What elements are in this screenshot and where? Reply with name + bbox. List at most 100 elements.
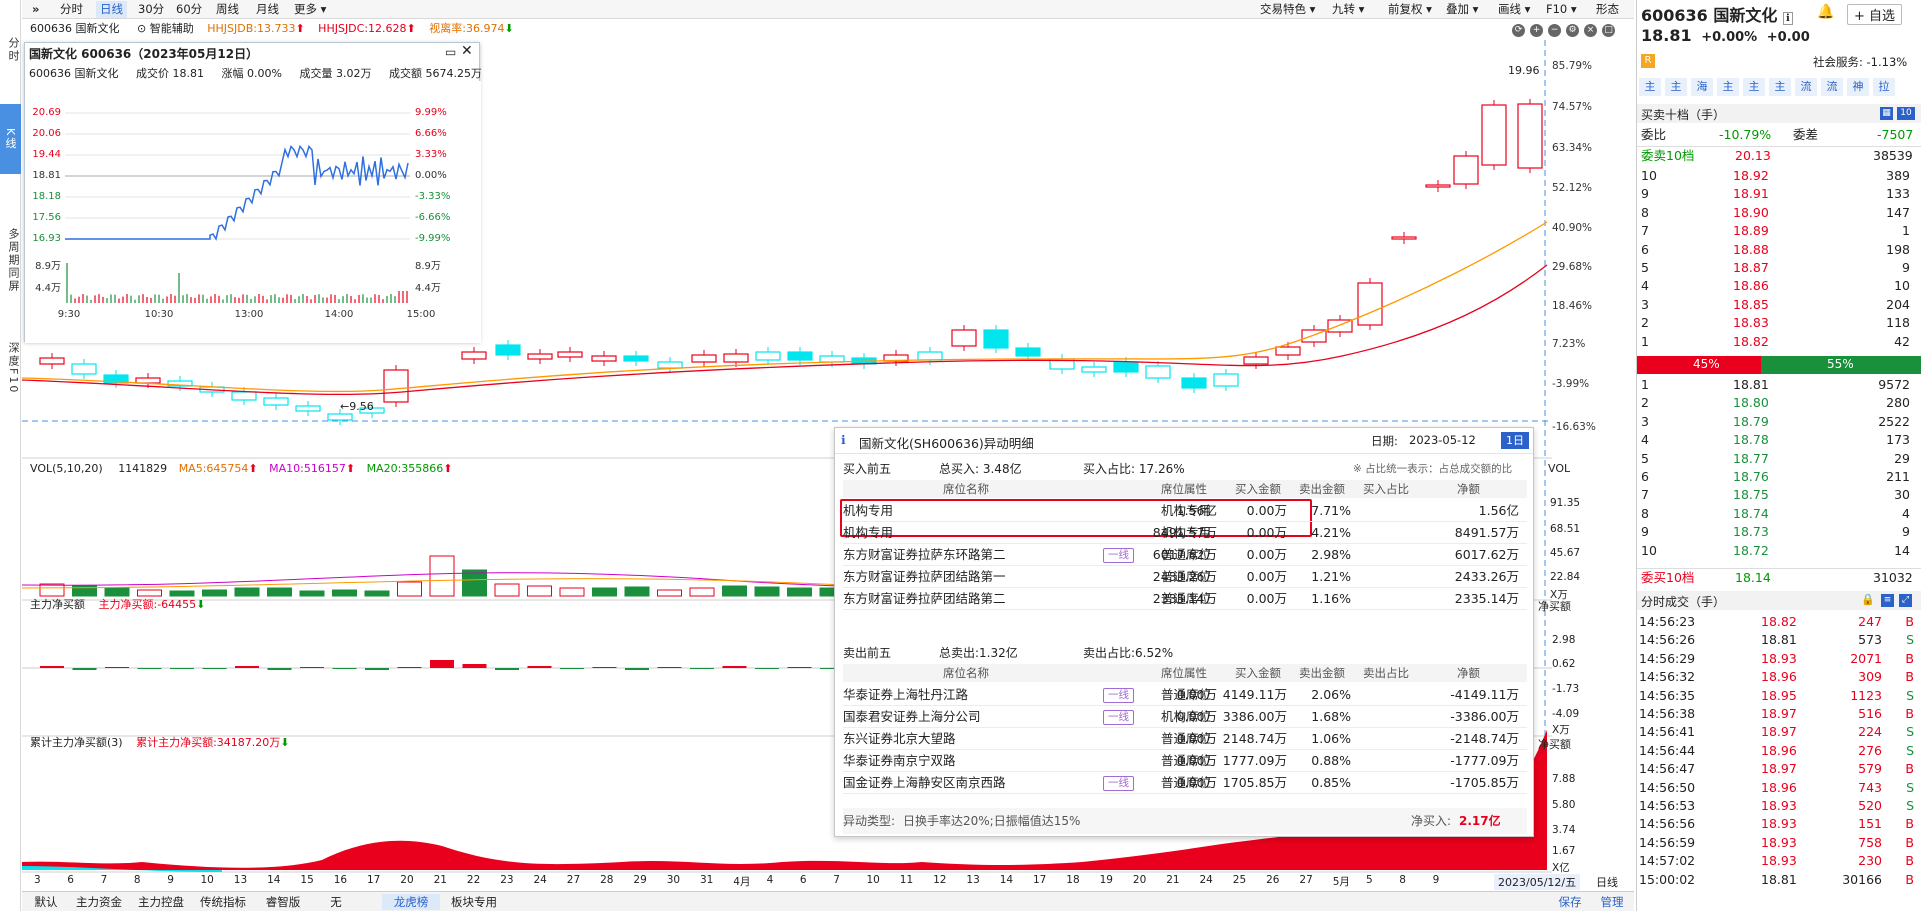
menu-f10[interactable]: F10 ▾ <box>1542 1 1581 18</box>
menu-nine-turn[interactable]: 九转 ▾ <box>1328 1 1368 18</box>
concept-tag[interactable]: 主 <box>1743 78 1765 96</box>
menu-overlay[interactable]: 叠加 ▾ <box>1442 1 1482 18</box>
manage-button[interactable]: 管理 <box>1594 894 1630 910</box>
zoom-out-icon[interactable]: − <box>1548 24 1561 37</box>
tab-monthly[interactable]: 月线 <box>252 1 283 18</box>
ask-level-row[interactable]: 4 18.86 10 <box>1637 277 1921 295</box>
tab-none[interactable]: 无 <box>318 894 354 910</box>
tab-main-funds[interactable]: 主力资金 <box>70 894 128 910</box>
concept-tag[interactable]: 主 <box>1665 78 1687 96</box>
add-favorite-button[interactable]: + 自选 <box>1847 4 1903 25</box>
maximize-icon[interactable]: □ <box>1602 24 1615 37</box>
seat-name[interactable]: 东兴证券北京大望路 <box>843 728 956 750</box>
ask-level-row[interactable]: 2 18.83 118 <box>1637 314 1921 332</box>
bid-level-row[interactable]: 2 18.80 280 <box>1637 394 1921 412</box>
concept-tag[interactable]: 海 <box>1691 78 1713 96</box>
seat-name[interactable]: 机构专用 <box>843 522 893 544</box>
bell-icon[interactable]: 🔔 <box>1817 4 1834 20</box>
seat-row[interactable]: 机构专用 机构专用 1.56亿 0.00万 7.71% 1.56亿 <box>843 500 1527 522</box>
seat-name[interactable]: 华泰证券上海牡丹江路 <box>843 684 968 706</box>
list-icon[interactable]: ≡ <box>1881 594 1894 607</box>
bid-level-row[interactable]: 5 18.77 29 <box>1637 450 1921 468</box>
date-axis-mode[interactable]: 日线 <box>1596 874 1618 890</box>
tab-default[interactable]: 默认 <box>28 894 64 910</box>
seat-name[interactable]: 东方财富证券拉萨团结路第一 <box>843 566 1006 588</box>
ask-level-row[interactable]: 8 18.90 147 <box>1637 204 1921 222</box>
bid-level-row[interactable]: 9 18.73 9 <box>1637 523 1921 541</box>
tab-main-control[interactable]: 主力控盘 <box>132 894 190 910</box>
ask-level-row[interactable]: 3 18.85 204 <box>1637 296 1921 314</box>
bid-level-row[interactable]: 7 18.75 30 <box>1637 486 1921 504</box>
nav-kline[interactable]: K线 <box>0 104 21 174</box>
save-button[interactable]: 保存 <box>1552 894 1588 910</box>
seat-name[interactable]: 东方财富证券拉萨团结路第二 <box>843 588 1006 610</box>
nav-intraday[interactable]: 分时 <box>0 28 21 72</box>
ask-level-row[interactable]: 5 18.87 9 <box>1637 259 1921 277</box>
concept-tag[interactable]: 拉 <box>1873 78 1895 96</box>
mini-minimize-icon[interactable]: ▭ <box>445 45 456 59</box>
tab-classic[interactable]: 传统指标 <box>194 894 252 910</box>
ask-level-row[interactable]: 6 18.88 198 <box>1637 241 1921 259</box>
zoom-in-icon[interactable]: + <box>1530 24 1543 37</box>
nav-multi-period[interactable]: 多周期同屏 <box>0 212 21 308</box>
refresh-icon[interactable]: ⟳ <box>1512 24 1525 37</box>
ask-level-row[interactable]: 9 18.91 133 <box>1637 185 1921 203</box>
ask-level-row[interactable]: 10 18.92 389 <box>1637 167 1921 185</box>
concept-tag[interactable]: 流 <box>1821 78 1843 96</box>
ask-level-row[interactable]: 7 18.89 1 <box>1637 222 1921 240</box>
seat-name[interactable]: 东方财富证券拉萨东环路第二 <box>843 544 1006 566</box>
industry-change[interactable]: 社会服务: -1.13% <box>1813 54 1907 70</box>
seat-row[interactable]: 东方财富证券拉萨团结路第一 普通席位 2433.26万 0.00万 1.21% 2433.… <box>843 566 1527 588</box>
seat-row[interactable]: 华泰证券南京宁双路 普通席位 0.00万 1777.09万 0.88% -1777.09万 <box>843 750 1527 772</box>
close-icon[interactable]: × <box>1584 24 1597 37</box>
bid-level-row[interactable]: 1 18.81 9572 <box>1637 376 1921 394</box>
concept-tag[interactable]: 主 <box>1769 78 1791 96</box>
tab-intraday[interactable]: 分时 <box>56 1 87 18</box>
book-levels-button[interactable]: 10 <box>1897 107 1915 120</box>
menu-draw[interactable]: 画线 ▾ <box>1494 1 1534 18</box>
menu-trade-feature[interactable]: 交易特色 ▾ <box>1256 1 1319 18</box>
collapse-icon[interactable]: » <box>28 1 43 18</box>
tab-more[interactable]: 更多 ▾ <box>290 1 330 18</box>
seat-row[interactable]: 华泰证券上海牡丹江路 一线 普通席位 0.00万 4149.11万 2.06% -4149.… <box>843 684 1527 706</box>
mini-close-icon[interactable]: ✕ <box>461 43 473 59</box>
seat-row[interactable]: 国金证券上海静安区南京西路 一线 普通席位 0.00万 1705.85万 0.85% -17… <box>843 772 1527 794</box>
concept-tag[interactable]: 主 <box>1639 78 1661 96</box>
seat-row[interactable]: 机构专用 机构专用 8491.57万 0.00万 4.21% 8491.57万 <box>843 522 1527 544</box>
seat-row[interactable]: 东方财富证券拉萨东环路第二 一线 普通席位 6017.62万 0.00万 2.98% 601… <box>843 544 1527 566</box>
expand-icon[interactable]: ⤢ <box>1899 594 1912 607</box>
concept-tag[interactable]: 主 <box>1717 78 1739 96</box>
tab-dragon-tiger[interactable]: 龙虎榜 <box>382 894 440 910</box>
info-icon[interactable]: ℹ <box>1782 12 1793 25</box>
seat-name[interactable]: 国金证券上海静安区南京西路 <box>843 772 1006 794</box>
seat-row[interactable]: 东方财富证券拉萨团结路第二 普通席位 2335.14万 0.00万 1.16% 2335.… <box>843 588 1527 610</box>
settings-icon[interactable]: ⚙ <box>1566 24 1579 37</box>
grid-icon[interactable]: ▦ <box>1880 107 1893 120</box>
seat-row[interactable]: 东兴证券北京大望路 普通席位 0.00万 2148.74万 1.06% -2148.74万 <box>843 728 1527 750</box>
seat-row[interactable]: 国泰君安证券上海分公司 一线 机构席位 0.00万 3386.00万 1.68% -3386… <box>843 706 1527 728</box>
seat-name[interactable]: 机构专用 <box>843 500 893 522</box>
concept-tag[interactable]: 流 <box>1795 78 1817 96</box>
menu-pattern[interactable]: 形态 <box>1592 1 1623 18</box>
bid-level-row[interactable]: 3 18.79 2522 <box>1637 413 1921 431</box>
lock-icon[interactable]: 🔒 <box>1861 593 1875 606</box>
menu-adjust[interactable]: 前复权 ▾ <box>1384 1 1436 18</box>
tab-30min[interactable]: 30分 <box>134 1 168 18</box>
tab-smart[interactable]: 睿智版 <box>258 894 308 910</box>
tab-daily[interactable]: 日线 <box>96 1 127 18</box>
bid-level-row[interactable]: 10 18.72 14 <box>1637 542 1921 560</box>
main-flow-value: 主力净买额:-64455 <box>98 598 197 611</box>
ask-level-row[interactable]: 1 18.82 42 <box>1637 333 1921 351</box>
bid-level-row[interactable]: 8 18.74 4 <box>1637 505 1921 523</box>
bid-level-row[interactable]: 4 18.78 173 <box>1637 431 1921 449</box>
period-1d-button[interactable]: 1日 <box>1501 432 1529 449</box>
assist-toggle[interactable]: ⊙ 智能辅助 <box>137 22 194 35</box>
seat-name[interactable]: 华泰证券南京宁双路 <box>843 750 956 772</box>
tab-60min[interactable]: 60分 <box>172 1 206 18</box>
seat-name[interactable]: 国泰君安证券上海分公司 <box>843 706 981 728</box>
tab-sector[interactable]: 板块专用 <box>444 894 504 910</box>
tab-weekly[interactable]: 周线 <box>212 1 243 18</box>
concept-tag[interactable]: 神 <box>1847 78 1869 96</box>
nav-f10[interactable]: 深度F10 <box>0 320 21 416</box>
bid-level-row[interactable]: 6 18.76 211 <box>1637 468 1921 486</box>
